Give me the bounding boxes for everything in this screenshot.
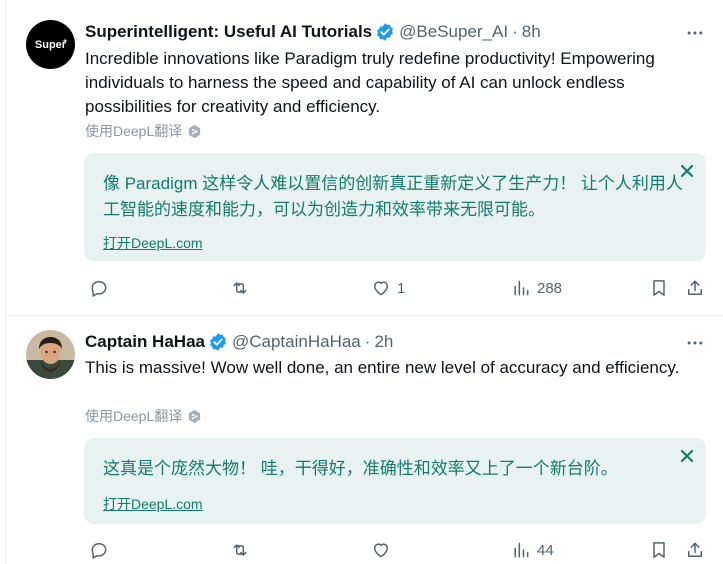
author-name[interactable]: Captain HaHaa [85,332,205,352]
author-handle[interactable]: @BeSuper_AI [399,22,508,42]
like-icon [374,543,388,558]
sparkle-icon [62,38,68,44]
avatar-photo [26,330,75,379]
tweet[interactable]: Super Superintelligent: Useful AI Tutori… [6,0,723,316]
reply-button[interactable] [89,538,109,562]
views-button[interactable]: 288 [511,276,562,300]
timestamp[interactable]: 8h [522,22,541,42]
bookmark-icon [653,280,665,296]
like-icon [374,281,388,296]
separator: · [364,332,371,351]
close-icon[interactable] [680,164,694,178]
timestamp[interactable]: 2h [374,332,393,352]
like-button[interactable]: 1 [371,276,405,300]
translation-card: 这真是个庞然大物！ 哇，干得好，准确性和效率又上了一个新台阶。 打开DeepL.… [84,438,706,524]
repost-button[interactable] [230,538,250,562]
tweet-header: Captain HaHaa @CaptainHaHaa · 2h [85,330,393,354]
share-button[interactable] [685,538,705,562]
bookmark-button[interactable] [649,538,669,562]
like-button[interactable] [371,538,397,562]
close-icon[interactable] [680,449,694,463]
like-count: 1 [397,279,406,297]
verified-badge-icon [377,23,394,41]
timeline: Super Superintelligent: Useful AI Tutori… [5,0,723,564]
translation-card: 像 Paradigm 这样令人难以置信的创新真正重新定义了生产力！ 让个人利用人… [84,153,706,261]
verified-badge-icon [210,333,226,351]
deepl-label: 使用DeepL翻译 [85,123,183,139]
tweet-text: This is massive! Wow well done, an entir… [85,358,680,377]
tweet[interactable]: Captain HaHaa @CaptainHaHaa · 2h This is… [6,316,723,564]
translate-with-deepl-link[interactable]: 使用DeepL翻译 [85,121,202,141]
repost-icon [233,282,247,294]
avatar[interactable] [26,330,75,379]
reply-icon [91,543,107,559]
reply-icon [91,281,107,297]
translation-text: 这真是个庞然大物！ 哇，干得好，准确性和效率又上了一个新台阶。 [103,459,618,478]
view-count: 288 [537,279,563,297]
tweet-text: Incredible innovations like Paradigm tru… [85,49,655,116]
share-icon [688,542,702,557]
share-icon [688,280,702,295]
avatar[interactable]: Super [26,20,75,69]
action-bar: 1 288 [85,276,715,300]
share-button[interactable] [685,276,705,300]
deepl-icon [189,124,201,138]
bookmark-icon [653,542,665,558]
open-deepl-link[interactable]: 打开DeepL.com [103,494,203,514]
author-name[interactable]: Superintelligent: Useful AI Tutorials [85,22,372,42]
views-icon [514,280,529,296]
bookmark-button[interactable] [649,276,669,300]
translate-with-deepl-link[interactable]: 使用DeepL翻译 [85,406,202,426]
repost-icon [233,544,247,556]
action-bar: 44 [85,538,715,562]
reply-button[interactable] [89,276,109,300]
more-icon[interactable] [684,22,706,44]
translation-text: 像 Paradigm 这样令人难以置信的创新真正重新定义了生产力！ 让个人利用人… [103,174,683,219]
separator: · [512,22,518,41]
tweet-header: Superintelligent: Useful AI Tutorials @B… [85,20,541,44]
more-icon[interactable] [684,332,706,354]
views-icon [514,542,529,558]
view-count: 44 [537,541,554,559]
repost-button[interactable] [230,276,250,300]
author-handle[interactable]: @CaptainHaHaa [232,332,361,352]
open-deepl-link[interactable]: 打开DeepL.com [103,233,203,253]
deepl-icon [189,409,201,423]
deepl-label: 使用DeepL翻译 [85,408,183,424]
views-button[interactable]: 44 [511,538,554,562]
